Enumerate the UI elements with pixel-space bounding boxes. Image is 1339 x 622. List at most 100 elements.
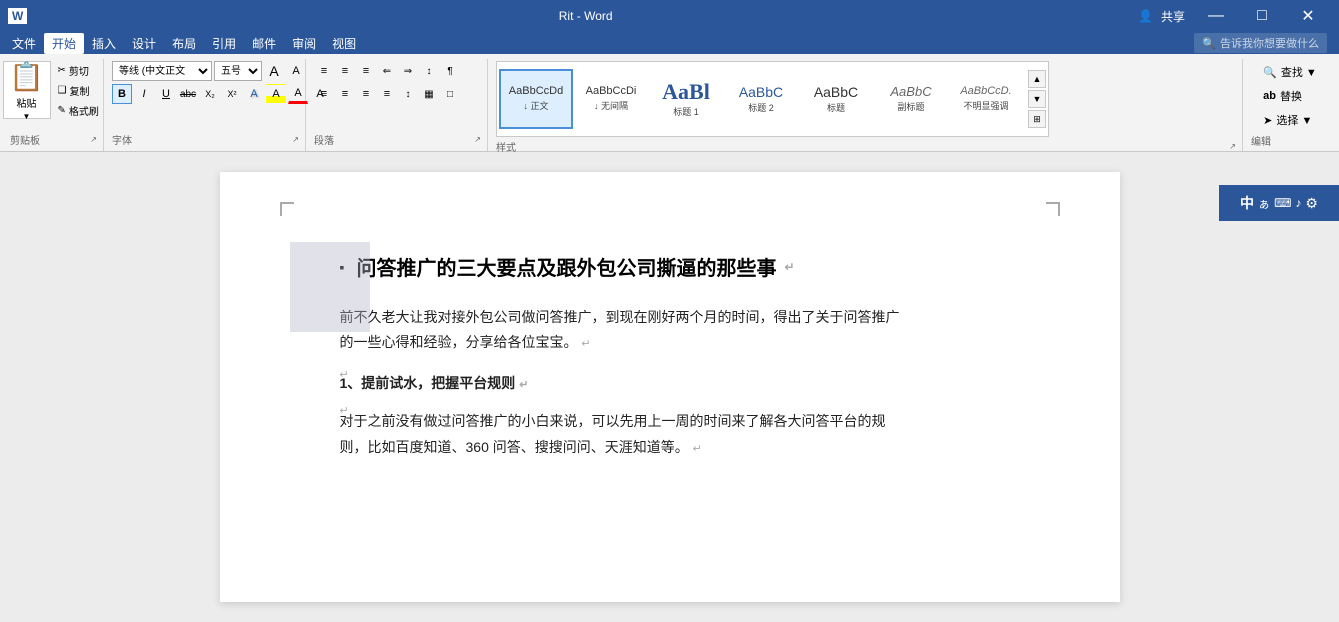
menu-item-home[interactable]: 开始 [44,33,84,54]
blank-line-2: ↵ [340,401,1040,409]
subscript-button[interactable]: X₂ [200,84,220,104]
style-subtle-emphasis[interactable]: AaBbCcD. 不明显强调 [949,69,1023,129]
italic-button[interactable]: I [134,84,154,104]
menu-bar: 文件 开始 插入 设计 布局 引用 邮件 审阅 视图 🔍 告诉我你想要做什么 [0,32,1339,54]
menu-item-mailings[interactable]: 邮件 [244,33,284,54]
shading-button[interactable]: ▦ [419,84,439,104]
font-name-select[interactable]: 等线 (中文正文 [112,61,212,81]
close-button[interactable]: ✕ [1285,0,1331,32]
title-bar-left: W [8,8,33,24]
highlight-button[interactable]: A [266,84,286,104]
ribbon-editing-group: 🔍 查找 ▼ ab 替换 ➤ 选择 ▼ 编辑 [1245,59,1335,151]
styles-expand[interactable]: ⊞ [1028,110,1046,128]
ime-hiragana-icon[interactable]: ぁ [1258,195,1270,212]
ime-settings-icon[interactable]: ⚙ [1305,195,1318,212]
find-button[interactable]: 🔍 查找 ▼ [1258,61,1322,83]
minimize-button[interactable]: — [1193,0,1239,32]
paragraph-expand-icon[interactable]: ↗ [474,135,481,144]
ime-sound-icon[interactable]: ♪ [1295,196,1301,210]
border-button[interactable]: □ [440,84,460,104]
app-name: Word [584,9,612,23]
format-painter-label: 格式刷 [69,103,99,118]
cut-button[interactable]: ✂ 剪切 [55,61,105,79]
menu-item-view[interactable]: 视图 [324,33,364,54]
paste-label: 粘贴 [17,95,37,110]
clipboard-small-buttons: ✂ 剪切 ❑ 复制 ✎ 格式刷 [55,61,105,119]
style-subtitle-label: 副标题 [897,100,924,113]
cut-label: 剪切 [69,63,89,78]
style-heading2[interactable]: AaBbC 标题 2 [724,69,798,129]
align-left-button[interactable]: ≡ [314,84,334,104]
ordered-list-button[interactable]: ≡ [335,61,355,81]
paragraph-label: 段落 ↗ [314,132,481,147]
bold-button[interactable]: B [112,84,132,104]
styles-expand-icon[interactable]: ↗ [1229,142,1236,151]
styles-scroll: ▲ ▼ ⊞ [1028,70,1046,128]
paste-button[interactable]: 📋 粘贴 ▼ [3,61,51,119]
unordered-list-button[interactable]: ≡ [314,61,334,81]
sort-button[interactable]: ↕ [419,61,439,81]
document-title-paragraph[interactable]: ▪ 问答推广的三大要点及跟外包公司撕逼的那些事 ↵ [340,252,1040,281]
font-shrink-button[interactable]: A [286,61,306,81]
para-list-row: ≡ ≡ ≡ ⇐ ⇒ ↕ ¶ [314,61,460,81]
ribbon: 📋 粘贴 ▼ ✂ 剪切 ❑ 复制 ✎ 格式刷 [0,54,1339,152]
text-effects-button[interactable]: A [244,84,264,104]
font-label: 字体 ↗ [112,132,299,147]
style-no-spacing[interactable]: AaBbCcDi ↓ 无间隔 [574,69,648,129]
format-painter-button[interactable]: ✎ 格式刷 [55,101,105,119]
style-subtitle[interactable]: AaBbC 副标题 [874,69,948,129]
clipboard-expand-icon[interactable]: ↗ [90,135,97,144]
body-paragraph-2b[interactable]: 则，比如百度知道、360 问答、搜搜问问、天涯知道等。 ↵ [340,435,1040,460]
align-justify-button[interactable]: ≡ [377,84,397,104]
show-marks-button[interactable]: ¶ [440,61,460,81]
body-paragraph-2[interactable]: 对于之前没有做过问答推广的小白来说，可以先用上一周的时间来了解各大问答平台的规 [340,409,1040,434]
menu-item-insert[interactable]: 插入 [84,33,124,54]
paste-dropdown-icon[interactable]: ▼ [23,112,31,121]
multilevel-list-button[interactable]: ≡ [356,61,376,81]
font-size-select[interactable]: 五号 [214,61,262,81]
font-expand-icon[interactable]: ↗ [292,135,299,144]
styles-scroll-down[interactable]: ▼ [1028,90,1046,108]
underline-button[interactable]: U [156,84,176,104]
strikethrough-button[interactable]: abc [178,84,198,104]
menu-item-file[interactable]: 文件 [4,33,44,54]
search-bar[interactable]: 🔍 告诉我你想要做什么 [1194,33,1327,53]
document-main-title[interactable]: 问答推广的三大要点及跟外包公司撕逼的那些事 [356,252,776,281]
increase-indent-button[interactable]: ⇒ [398,61,418,81]
align-center-button[interactable]: ≡ [335,84,355,104]
style-heading1[interactable]: AaBl 标题 1 [649,69,723,129]
share-icon: 👤 [1138,9,1153,23]
ime-toolbar: 中 ぁ ⌨ ♪ ⚙ [1219,185,1339,221]
body-paragraph-1b[interactable]: 的一些心得和经验，分享给各位宝宝。 ↵ [340,330,1040,355]
maximize-button[interactable]: □ [1239,0,1285,32]
ime-keyboard-icon[interactable]: ⌨ [1274,196,1291,210]
font-color-button[interactable]: A [288,84,308,104]
superscript-button[interactable]: X² [222,84,242,104]
font-grow-button[interactable]: A [264,61,284,81]
menu-item-review[interactable]: 审阅 [284,33,324,54]
select-label: 选择 ▼ [1276,112,1312,128]
decrease-indent-button[interactable]: ⇐ [377,61,397,81]
font-format-row: B I U abc X₂ X² A A A A [112,84,330,104]
paragraph-end-mark: ↵ [784,260,794,274]
style-normal[interactable]: AaBbCcDd ↓ 正文 [499,69,573,129]
menu-item-design[interactable]: 设计 [124,33,164,54]
style-title[interactable]: AaBbC 标题 [799,69,873,129]
body-text-1: 前不久老大让我对接外包公司做问答推广，到现在刚好两个月的时间，得出了关于问答推广 [340,309,900,325]
share-button[interactable]: 共享 [1161,8,1185,25]
style-subtle-emphasis-preview: AaBbCcD. [960,86,1011,97]
menu-item-references[interactable]: 引用 [204,33,244,54]
section-1-title[interactable]: 1、提前试水，把握平台规则 ↵ [340,373,1040,393]
editing-label: 编辑 [1251,133,1329,148]
line-spacing-button[interactable]: ↕ [398,84,418,104]
text-selection [290,242,370,332]
copy-icon: ❑ [58,85,67,96]
ime-chinese-icon[interactable]: 中 [1240,193,1254,213]
body-paragraph-1[interactable]: 前不久老大让我对接外包公司做问答推广，到现在刚好两个月的时间，得出了关于问答推广 [340,305,1040,330]
align-right-button[interactable]: ≡ [356,84,376,104]
menu-item-layout[interactable]: 布局 [164,33,204,54]
styles-scroll-up[interactable]: ▲ [1028,70,1046,88]
replace-button[interactable]: ab 替换 [1258,85,1307,107]
select-button[interactable]: ➤ 选择 ▼ [1258,109,1317,131]
copy-button[interactable]: ❑ 复制 [55,81,105,99]
